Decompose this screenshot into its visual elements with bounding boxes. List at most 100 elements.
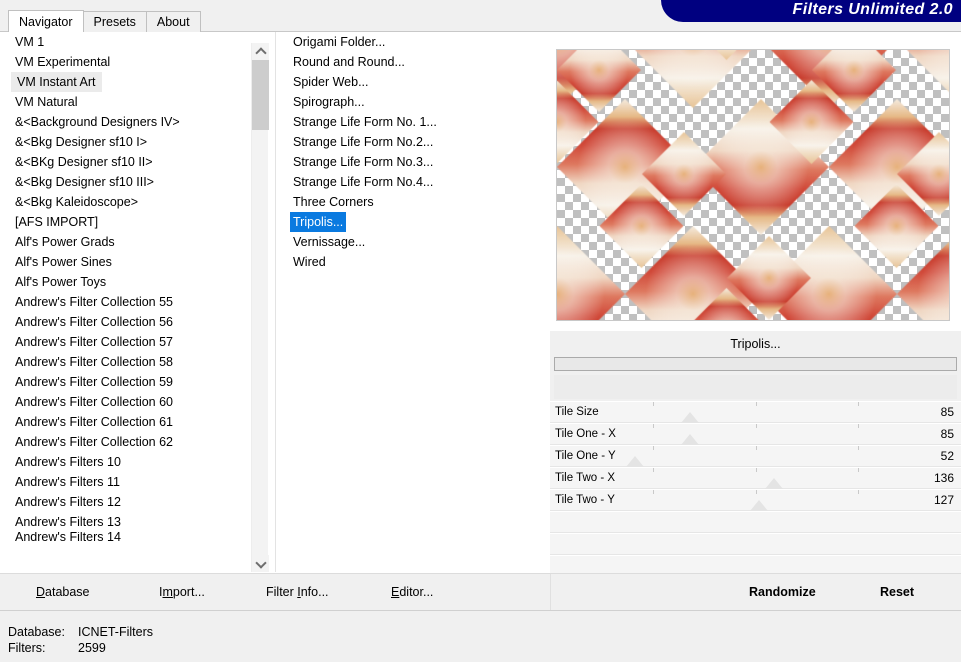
preset-field[interactable] (554, 357, 957, 371)
database-value: ICNET-Filters (78, 625, 153, 639)
filter-item-label: Strange Life Form No.3... (293, 155, 434, 169)
category-item[interactable]: VM Instant Art (2, 72, 250, 92)
status-bar: Database: ICNET-Filters Filters: 2599 Ap… (0, 610, 961, 662)
filter-item[interactable]: Round and Round... (282, 52, 544, 72)
filter-item-label: Vernissage... (293, 235, 366, 249)
category-item[interactable]: Andrew's Filter Collection 61 (2, 412, 250, 432)
slider-value: 136 (933, 471, 954, 485)
slider-row-empty (550, 511, 961, 533)
category-item[interactable]: Andrew's Filters 11 (2, 472, 250, 492)
import-link[interactable]: Import... (159, 585, 205, 599)
filter-item[interactable]: Spider Web... (282, 72, 544, 92)
database-link[interactable]: Database (36, 585, 90, 599)
editor-link[interactable]: Editor... (391, 585, 433, 599)
slider-value: 85 (940, 427, 954, 441)
filter-list[interactable]: Origami Folder... Round and Round... Spide… (282, 32, 544, 572)
scrollbar-thumb[interactable] (252, 60, 269, 130)
category-item[interactable]: Andrew's Filters 13 (2, 512, 250, 532)
slider-tick (652, 424, 654, 428)
scroll-down-button[interactable] (252, 555, 269, 572)
category-item[interactable]: [AFS IMPORT] (2, 212, 250, 232)
category-item[interactable]: &<Bkg Designer sf10 III> (2, 172, 250, 192)
filter-info-link[interactable]: Filter Info... (266, 585, 329, 599)
category-item[interactable]: Andrew's Filter Collection 58 (2, 352, 250, 372)
category-item[interactable]: Andrew's Filters 14 (2, 532, 250, 543)
main-content: VM 1 VM Experimental VM Instant Art VM Natu… (0, 31, 961, 577)
slider-label: Tile Size (555, 406, 599, 418)
category-item[interactable]: Andrew's Filters 10 (2, 452, 250, 472)
slider-label: Tile Two - Y (555, 494, 615, 506)
tab-navigator[interactable]: Navigator (8, 10, 84, 32)
category-item[interactable]: Andrew's Filter Collection 62 (2, 432, 250, 452)
slider-row[interactable]: Tile Size 85 (550, 401, 961, 423)
category-scrollbar[interactable] (251, 43, 269, 572)
preview-area[interactable] (556, 49, 950, 321)
category-item[interactable]: Andrew's Filter Collection 59 (2, 372, 250, 392)
slider-row[interactable]: Tile Two - Y 127 (550, 489, 961, 511)
filters-label: Filters: (8, 641, 46, 655)
slider-row[interactable]: Tile One - X 85 (550, 423, 961, 445)
slider-tick (755, 446, 757, 450)
reset-button[interactable]: Reset (880, 585, 914, 599)
action-bar: Database Import... Filter Info... Editor… (0, 573, 961, 611)
app-title: Filters Unlimited 2.0 (792, 1, 953, 18)
chevron-down-icon (257, 560, 265, 568)
scroll-up-button[interactable] (252, 43, 269, 60)
filters-value: 2599 (78, 641, 106, 655)
filter-item[interactable]: Strange Life Form No.4... (282, 172, 544, 192)
slider-thumb[interactable] (680, 412, 699, 423)
tab-about[interactable]: About (145, 11, 201, 32)
filter-item-label: Strange Life Form No.2... (293, 135, 434, 149)
filter-item-label: Spirograph... (293, 95, 365, 109)
filter-item[interactable]: Strange Life Form No.2... (282, 132, 544, 152)
category-item[interactable]: Alf's Power Sines (2, 252, 250, 272)
slider-label: Tile Two - X (555, 472, 616, 484)
action-bar-divider (550, 574, 551, 611)
slider-row[interactable]: Tile Two - X 136 (550, 467, 961, 489)
category-item[interactable]: Andrew's Filters 12 (2, 492, 250, 512)
category-item[interactable]: Andrew's Filter Collection 55 (2, 292, 250, 312)
slider-row[interactable]: Tile One - Y 52 (550, 445, 961, 467)
slider-thumb[interactable] (764, 478, 783, 489)
filter-item[interactable]: Strange Life Form No.3... (282, 152, 544, 172)
slider-value: 85 (940, 405, 954, 419)
category-item[interactable]: VM Natural (2, 92, 250, 112)
category-item[interactable]: Alf's Power Toys (2, 272, 250, 292)
slider-thumb[interactable] (680, 434, 699, 445)
filter-item[interactable]: Wired (282, 252, 544, 272)
filter-item[interactable]: Vernissage... (282, 232, 544, 252)
filter-item[interactable]: Three Corners (282, 192, 544, 212)
slider-tick (755, 424, 757, 428)
category-item[interactable]: Andrew's Filter Collection 57 (2, 332, 250, 352)
category-item[interactable]: Andrew's Filter Collection 56 (2, 312, 250, 332)
randomize-button[interactable]: Randomize (749, 585, 816, 599)
slider-tick (858, 490, 860, 494)
category-item[interactable]: VM Experimental (2, 52, 250, 72)
filter-item-label: Strange Life Form No. 1... (293, 115, 437, 129)
filter-item[interactable]: Tripolis... (282, 212, 544, 232)
filter-item[interactable]: Strange Life Form No. 1... (282, 112, 544, 132)
category-item-label: VM Instant Art (11, 72, 102, 92)
slider-tick (652, 446, 654, 450)
tab-bar: Navigator Presets About (8, 10, 201, 32)
category-item[interactable]: &<Background Designers IV> (2, 112, 250, 132)
category-item[interactable]: &<BKg Designer sf10 II> (2, 152, 250, 172)
slider-label: Tile One - Y (555, 450, 616, 462)
category-item[interactable]: VM 1 (2, 32, 250, 52)
slider-thumb[interactable] (749, 500, 768, 511)
category-item[interactable]: Alf's Power Grads (2, 232, 250, 252)
preview-image (557, 50, 949, 320)
database-label: Database: (8, 625, 65, 639)
category-item[interactable]: &<Bkg Designer sf10 I> (2, 132, 250, 152)
slider-thumb[interactable] (626, 456, 645, 467)
filter-item[interactable]: Origami Folder... (282, 32, 544, 52)
filter-item[interactable]: Spirograph... (282, 92, 544, 112)
category-item[interactable]: Andrew's Filter Collection 60 (2, 392, 250, 412)
filter-item-label: Origami Folder... (293, 35, 386, 49)
filter-item-label: Three Corners (293, 195, 374, 209)
app-banner: Filters Unlimited 2.0 (661, 0, 961, 22)
category-item[interactable]: &<Bkg Kaleidoscope> (2, 192, 250, 212)
tab-presets[interactable]: Presets (82, 11, 147, 32)
filter-item-label: Round and Round... (293, 55, 405, 69)
category-list[interactable]: VM 1 VM Experimental VM Instant Art VM Natu… (2, 32, 250, 572)
